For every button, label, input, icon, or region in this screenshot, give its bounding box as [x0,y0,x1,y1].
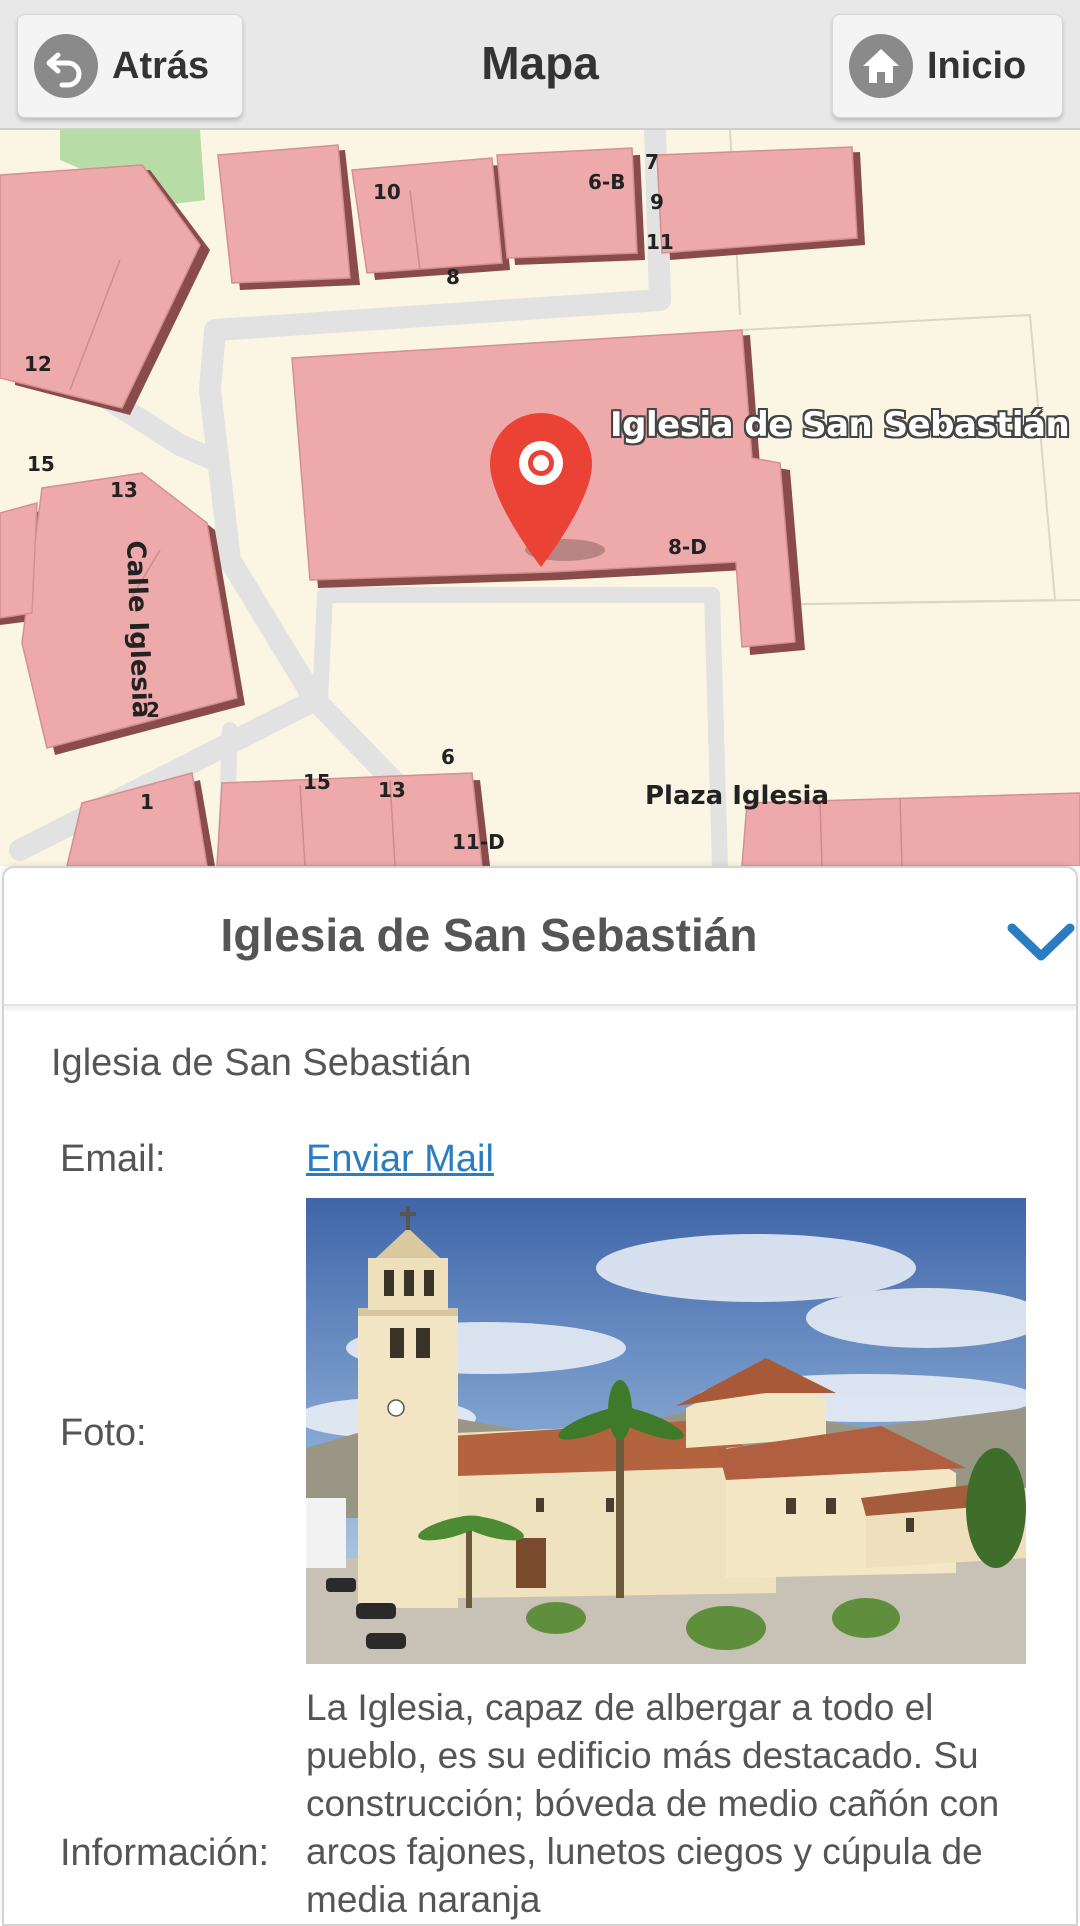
house-number: 7 [645,150,659,174]
house-number: 6 [441,745,455,769]
place-info-panel: Iglesia de San Sebastián Iglesia de San … [2,866,1078,1926]
house-number: 11 [646,230,674,254]
home-button-label: Inicio [927,44,1027,87]
photo-label: Foto: [60,1412,147,1454]
map-street-label: Calle Iglesia [120,540,157,719]
house-number: 13 [378,778,406,802]
panel-header: Iglesia de San Sebastián [4,868,1076,1006]
house-number: 8 [446,265,460,289]
house-number: 12 [24,352,52,376]
map-canvas [0,130,1080,866]
house-number: 10 [373,180,401,204]
map-plaza-label: Plaza Iglesia [645,781,830,811]
map-view[interactable]: Iglesia de San Sebastián Plaza Iglesia C… [0,130,1080,866]
panel-title: Iglesia de San Sebastián [220,909,758,961]
info-label: Información: [60,1832,270,1874]
house-number: 6-B [588,170,626,194]
house-number: 9 [650,190,664,214]
house-number: 2 [146,698,160,722]
house-number: 13 [110,478,138,502]
collapse-panel-button[interactable] [1006,910,1076,970]
send-mail-link[interactable]: Enviar Mail [306,1138,494,1181]
house-number: 15 [27,452,55,476]
map-place-label: Iglesia de San Sebastián [610,405,1070,445]
house-number: 11-D [452,830,505,854]
email-label: Email: [60,1138,166,1180]
house-number: 8-D [668,535,707,559]
home-button[interactable]: Inicio [832,14,1063,118]
house-number: 1 [140,790,154,814]
church-photo [306,1198,1026,1664]
top-bar: Atrás Mapa Inicio [0,0,1080,130]
chevron-down-icon [1007,923,1075,961]
house-number: 15 [303,770,331,794]
info-text: La Iglesia, capaz de albergar a todo el … [306,1687,1000,1920]
place-subtitle: Iglesia de San Sebastián [51,1042,472,1084]
home-icon [849,34,913,98]
